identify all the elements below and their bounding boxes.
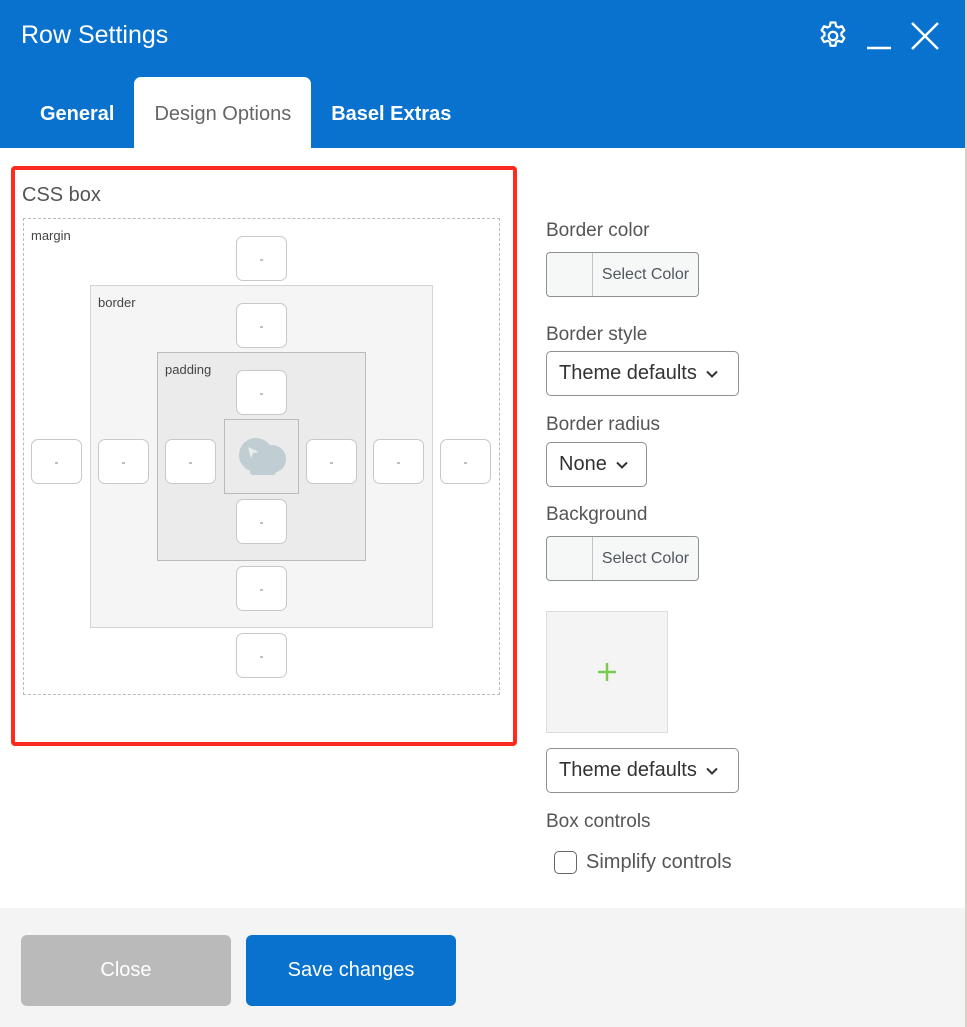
border-radius-select[interactable]: None <box>546 442 647 487</box>
simplify-controls-label: Simplify controls <box>586 851 732 873</box>
border-style-label: Border style <box>546 324 648 345</box>
close-button[interactable]: Close <box>21 935 231 1006</box>
chevron-down-icon <box>616 461 628 469</box>
close-icon <box>911 22 939 50</box>
border-color-swatch <box>547 253 593 296</box>
css-box-title: CSS box <box>22 184 101 206</box>
simplify-controls-checkbox[interactable] <box>554 851 577 874</box>
border-color-select-label: Select Color <box>601 266 690 283</box>
border-left-input[interactable] <box>98 439 149 484</box>
margin-top-input[interactable] <box>236 236 287 281</box>
tab-design-options[interactable]: Design Options <box>134 77 312 148</box>
background-style-select[interactable]: Theme defaults <box>546 748 739 793</box>
background-label: Background <box>546 504 648 525</box>
chevron-down-icon <box>706 370 718 378</box>
header-controls <box>815 16 943 56</box>
box-controls-label: Box controls <box>546 811 651 832</box>
border-radius-label: Border radius <box>546 414 661 435</box>
padding-label: padding <box>165 362 212 377</box>
content-box <box>224 419 299 494</box>
background-style-value: Theme defaults <box>559 759 697 781</box>
border-style-select[interactable]: Theme defaults <box>546 351 739 396</box>
minimize-icon <box>867 46 891 50</box>
margin-label: margin <box>31 228 71 243</box>
chevron-down-icon <box>706 767 718 775</box>
padding-bottom-input[interactable] <box>236 499 287 544</box>
padding-right-input[interactable] <box>306 439 357 484</box>
close-window-button[interactable] <box>907 16 943 56</box>
border-radius-value: None <box>559 453 607 475</box>
tab-general[interactable]: General <box>20 77 134 148</box>
border-bottom-input[interactable] <box>236 566 287 611</box>
border-top-input[interactable] <box>236 303 287 348</box>
save-changes-button[interactable]: Save changes <box>246 935 456 1006</box>
settings-button[interactable] <box>815 16 851 56</box>
margin-bottom-input[interactable] <box>236 633 287 678</box>
border-right-input[interactable] <box>373 439 424 484</box>
gear-icon <box>820 21 846 47</box>
padding-top-input[interactable] <box>236 370 287 415</box>
margin-right-input[interactable] <box>440 439 491 484</box>
modal-header: Row Settings General Design Options Base… <box>0 0 965 148</box>
border-color-label: Border color <box>546 220 650 241</box>
padding-left-input[interactable] <box>165 439 216 484</box>
margin-left-input[interactable] <box>31 439 82 484</box>
tab-basel-extras[interactable]: Basel Extras <box>311 77 471 148</box>
image-placeholder-icon <box>238 437 286 475</box>
background-color-picker[interactable]: Select Color <box>546 536 699 581</box>
border-label: border <box>98 295 136 310</box>
background-color-select-label: Select Color <box>601 550 690 567</box>
border-style-value: Theme defaults <box>559 362 697 384</box>
tab-bar: General Design Options Basel Extras <box>20 77 471 148</box>
modal-title: Row Settings <box>21 21 169 49</box>
simplify-controls-option[interactable]: Simplify controls <box>554 851 732 874</box>
plus-icon <box>598 663 616 681</box>
minimize-button[interactable] <box>861 16 897 56</box>
background-color-swatch <box>547 537 593 580</box>
add-background-image-button[interactable] <box>546 611 668 733</box>
border-color-picker[interactable]: Select Color <box>546 252 699 297</box>
